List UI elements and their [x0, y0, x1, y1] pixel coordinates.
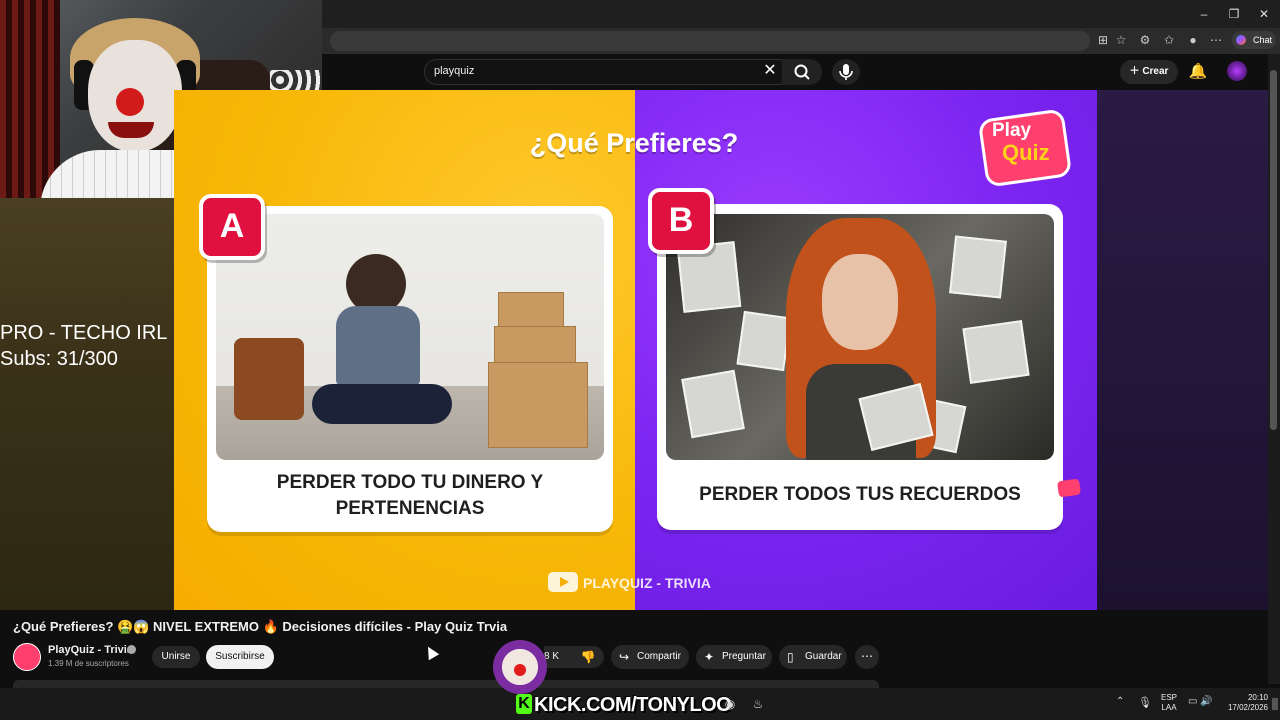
user-avatar[interactable]	[1227, 61, 1247, 81]
more-options-icon[interactable]: ⋯	[1207, 31, 1225, 49]
search-query: playquiz	[434, 65, 475, 77]
steam-app-icon[interactable]: ♨	[750, 696, 766, 712]
profile-icon[interactable]: ●	[1184, 31, 1202, 49]
logo-play-text: Play	[992, 120, 1032, 141]
tray-network-volume-icons[interactable]: ▭ 🔊	[1188, 696, 1213, 707]
option-a-image	[216, 214, 604, 460]
minimize-icon[interactable]: –	[1196, 6, 1212, 22]
video-player[interactable]: ¿Qué Prefieres? Play Quiz A PERDER TODO …	[174, 90, 1097, 610]
floating-photo	[681, 369, 745, 439]
stream-goal-overlay: PRO - TECHO IRL Subs: 31/300	[0, 320, 167, 372]
channel-avatar[interactable]	[13, 643, 41, 671]
search-icon	[794, 64, 810, 80]
overlay-line-2: Subs: 31/300	[0, 348, 118, 370]
plus-icon: ＋	[1129, 66, 1143, 77]
cardboard-box	[494, 326, 576, 364]
ask-label: Preguntar	[722, 651, 766, 662]
restore-icon[interactable]: ❐	[1226, 6, 1242, 22]
video-title: ¿Qué Prefieres? 🤮😱 NIVEL EXTREMO 🔥 Decis…	[13, 619, 508, 634]
overlay-line-1: PRO - TECHO IRL	[0, 322, 168, 344]
option-b-badge: B	[648, 188, 714, 254]
address-bar[interactable]	[330, 31, 1090, 51]
copilot-icon	[1236, 35, 1246, 45]
play-triangle-icon	[560, 577, 569, 587]
video-heading: ¿Qué Prefieres?	[529, 128, 739, 158]
share-button[interactable]: ↪ Compartir	[611, 645, 689, 669]
logo-quiz-text: Quiz	[1002, 140, 1050, 165]
chat-label: Chat	[1252, 35, 1272, 45]
tray-microphone-icon[interactable]: 🎙	[1138, 696, 1152, 709]
subscriber-count: 1.39 M de suscriptores	[48, 659, 129, 668]
ambient-left-panel	[0, 198, 174, 610]
option-b-image	[666, 214, 1054, 460]
option-a-caption: PERDER TODO TU DINERO Y PERTENENCIAS	[276, 472, 544, 519]
lang-line-1: ESP	[1160, 693, 1177, 702]
kick-logo-icon: K	[516, 694, 532, 714]
favorites-icon[interactable]: ✩	[1160, 31, 1178, 49]
voice-search-button[interactable]	[832, 59, 860, 85]
description-box[interactable]	[13, 680, 879, 688]
dislike-button[interactable]: 👎	[572, 646, 604, 668]
microphone-icon	[839, 64, 853, 80]
search-button[interactable]	[782, 59, 822, 85]
obs-app-icon[interactable]: ◉	[722, 696, 738, 712]
kick-channel-banner: KICK.COM/TONYLOO	[534, 694, 732, 716]
create-button[interactable]: ＋ Crear	[1120, 60, 1178, 84]
save-button[interactable]: ▯ Guardar	[779, 645, 847, 669]
create-label: Crear	[1142, 66, 1169, 77]
verified-icon	[127, 645, 136, 654]
channel-name[interactable]: PlayQuiz - Trivia	[48, 644, 133, 656]
cardboard-box	[498, 292, 564, 328]
channel-watermark: PLAYQUIZ - TRIVIA	[583, 575, 711, 591]
mouse-cursor-icon	[422, 643, 440, 661]
notifications-bell-icon[interactable]: 🔔	[1188, 61, 1208, 83]
more-dots-icon: ⋯	[861, 649, 873, 663]
input-language[interactable]: ESP LAA	[1160, 693, 1178, 713]
option-b-caption: PERDER TODOS TUS RECUERDOS	[699, 484, 1021, 505]
sparkle-icon: ✦	[704, 650, 715, 664]
floating-photo	[962, 320, 1030, 384]
search-input[interactable]	[424, 59, 788, 85]
favorite-star-icon[interactable]: ☆	[1112, 31, 1130, 49]
scrollbar-thumb[interactable]	[1270, 70, 1277, 430]
woman-face	[822, 254, 898, 350]
system-clock[interactable]: 20:10 17/02/2026	[1222, 693, 1268, 713]
corner-playquiz-logo	[1056, 478, 1082, 498]
close-icon[interactable]: ✕	[1256, 6, 1272, 22]
bookmark-icon: ▯	[787, 650, 794, 664]
lang-line-2: LAA	[1161, 703, 1177, 712]
join-button[interactable]: Unirse	[152, 646, 200, 668]
subscribe-button[interactable]: Suscribirse	[206, 645, 274, 669]
share-label: Compartir	[637, 651, 681, 662]
woman-head	[346, 254, 406, 314]
ask-button[interactable]: ✦ Preguntar	[696, 645, 772, 669]
save-label: Guardar	[805, 651, 842, 662]
clock-date: 17/02/2026	[1227, 703, 1268, 712]
clock-time: 20:10	[1247, 693, 1268, 702]
extensions-icon[interactable]: ⚙	[1136, 31, 1154, 49]
option-a-badge: A	[199, 194, 265, 260]
floating-photo	[736, 310, 792, 372]
woman-shirt	[336, 306, 420, 386]
share-arrow-icon: ↪	[619, 650, 630, 664]
clear-search-icon[interactable]: ✕	[762, 62, 778, 80]
app-available-icon[interactable]: ⊞	[1094, 31, 1112, 49]
floating-photo	[949, 235, 1007, 299]
woman-legs	[312, 384, 452, 424]
cardboard-box	[488, 362, 588, 448]
suitcase	[234, 338, 304, 420]
kick-clown-nose	[514, 664, 526, 676]
thumbs-down-icon: 👎	[580, 650, 596, 664]
show-desktop-button[interactable]	[1272, 698, 1278, 710]
curtain	[0, 0, 60, 198]
more-actions-button[interactable]: ⋯	[855, 645, 879, 669]
tray-overflow-icon[interactable]: ⌃	[1116, 696, 1124, 707]
clown-nose	[116, 88, 144, 116]
ambient-right-panel	[1097, 90, 1268, 610]
